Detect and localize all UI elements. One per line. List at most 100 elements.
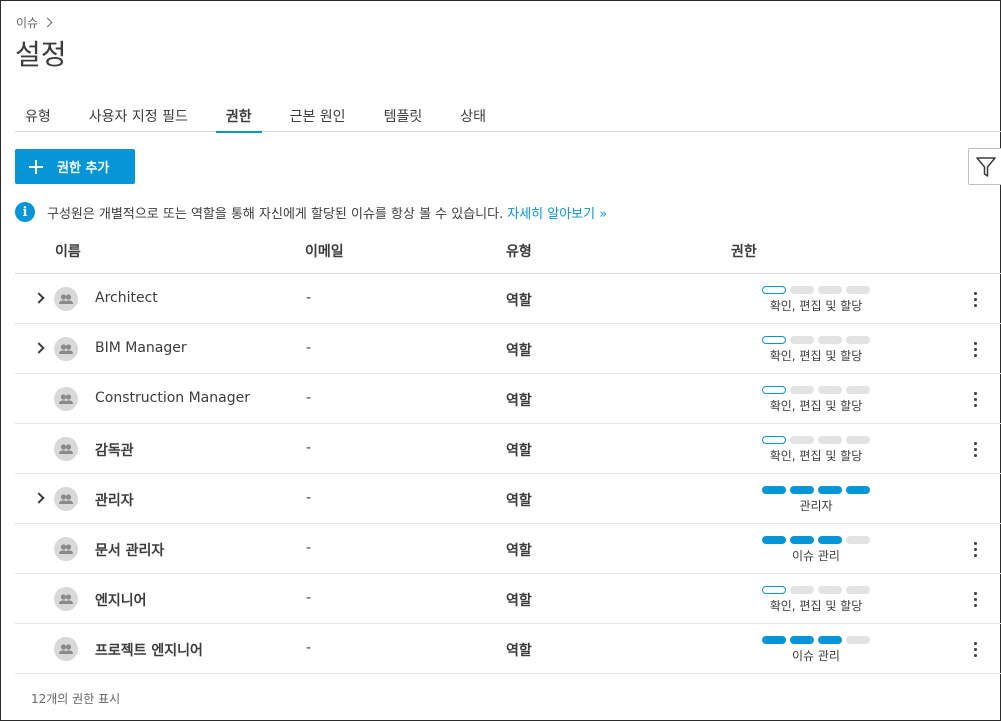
- permission-level-segment: [762, 586, 786, 594]
- more-vertical-icon[interactable]: [965, 439, 985, 459]
- row-email: -: [306, 340, 312, 356]
- table-row[interactable]: 감독관 - 역할 확인, 편집 및 할당: [15, 424, 1001, 474]
- more-vertical-icon[interactable]: [965, 539, 985, 559]
- permission-level[interactable]: 이슈 관리: [761, 636, 871, 664]
- permission-level-bar: [761, 636, 871, 644]
- permission-level-segment: [846, 386, 870, 394]
- permission-level-segment: [790, 586, 814, 594]
- filter-button[interactable]: [968, 148, 1001, 185]
- permission-level-segment: [818, 536, 842, 544]
- chevron-right-icon[interactable]: [33, 342, 45, 354]
- permission-level[interactable]: 확인, 편집 및 할당: [761, 436, 871, 464]
- permission-level-bar: [761, 536, 871, 544]
- permission-level-segment: [846, 436, 870, 444]
- permission-level-segment: [846, 536, 870, 544]
- more-vertical-icon[interactable]: [965, 339, 985, 359]
- permission-level-segment: [818, 286, 842, 294]
- permission-level-segment: [762, 286, 786, 294]
- row-name: 문서 관리자: [95, 543, 165, 559]
- tab-custom-fields[interactable]: 사용자 지정 필드: [79, 100, 198, 132]
- info-icon: i: [15, 202, 35, 222]
- group-avatar-icon: [54, 287, 78, 311]
- learn-more-link[interactable]: 자세히 알아보기 »: [507, 203, 607, 222]
- permission-label: 확인, 편집 및 할당: [769, 399, 863, 413]
- permission-level-segment: [846, 286, 870, 294]
- permission-level-segment: [846, 586, 870, 594]
- permission-level-bar: [761, 436, 871, 444]
- breadcrumb-issues[interactable]: 이슈: [16, 14, 38, 31]
- tab-root-causes[interactable]: 근본 원인: [280, 100, 356, 132]
- row-email: -: [306, 640, 312, 656]
- more-vertical-icon[interactable]: [965, 289, 985, 309]
- permission-label: 확인, 편집 및 할당: [769, 599, 863, 613]
- permission-level[interactable]: 이슈 관리: [761, 536, 871, 564]
- permission-level-segment: [790, 636, 814, 644]
- row-name: 엔지니어: [95, 593, 147, 609]
- table-row[interactable]: BIM Manager - 역할 확인, 편집 및 할당: [15, 324, 1001, 374]
- permission-level[interactable]: 확인, 편집 및 할당: [761, 386, 871, 414]
- row-email: -: [306, 290, 312, 306]
- row-type: 역할: [506, 643, 532, 659]
- column-email-header[interactable]: 이메일: [305, 241, 344, 261]
- permission-level-segment: [790, 286, 814, 294]
- permission-level[interactable]: 확인, 편집 및 할당: [761, 586, 871, 614]
- row-type: 역할: [506, 343, 532, 359]
- row-email: -: [306, 390, 312, 406]
- tab-templates[interactable]: 템플릿: [374, 100, 433, 132]
- permission-label: 확인, 편집 및 할당: [769, 449, 863, 463]
- permission-label: 이슈 관리: [792, 649, 840, 663]
- permission-level[interactable]: 확인, 편집 및 할당: [761, 286, 871, 314]
- permission-level-segment: [818, 336, 842, 344]
- permission-level-segment: [790, 486, 814, 494]
- permission-level[interactable]: 확인, 편집 및 할당: [761, 336, 871, 364]
- table-row[interactable]: 프로젝트 엔지니어 - 역할 이슈 관리: [15, 624, 1001, 674]
- permission-level-segment: [846, 636, 870, 644]
- permission-level-segment: [790, 436, 814, 444]
- group-avatar-icon: [54, 537, 78, 561]
- more-vertical-icon[interactable]: [965, 589, 985, 609]
- info-text: 구성원은 개별적으로 또는 역할을 통해 자신에게 할당된 이슈를 항상 볼 수…: [47, 206, 504, 222]
- breadcrumb[interactable]: 이슈: [16, 14, 53, 31]
- permission-level-segment: [846, 486, 870, 494]
- permission-level-segment: [762, 636, 786, 644]
- table-row[interactable]: 문서 관리자 - 역할 이슈 관리: [15, 524, 1001, 574]
- chevron-right-icon[interactable]: [33, 292, 45, 304]
- group-avatar-icon: [54, 487, 78, 511]
- row-name: Architect: [95, 290, 158, 306]
- permission-level-segment: [762, 486, 786, 494]
- permission-label: 관리자: [799, 499, 833, 513]
- permissions-table: 이름 이메일 유형 권한 Architect - 역할 확인, 편집 및 할당 BIM …: [15, 232, 1001, 674]
- tab-statuses[interactable]: 상태: [450, 100, 496, 132]
- column-type-header[interactable]: 유형: [506, 241, 532, 261]
- permission-label: 이슈 관리: [792, 549, 840, 563]
- add-permission-button[interactable]: 권한 추가: [15, 149, 135, 184]
- permission-level-segment: [818, 386, 842, 394]
- permission-level-segment: [818, 586, 842, 594]
- tab-types[interactable]: 유형: [15, 100, 61, 132]
- table-row[interactable]: Architect - 역할 확인, 편집 및 할당: [15, 274, 1001, 324]
- row-name: BIM Manager: [95, 340, 187, 356]
- more-vertical-icon[interactable]: [965, 639, 985, 659]
- row-name: 프로젝트 엔지니어: [95, 643, 203, 659]
- group-avatar-icon: [54, 587, 78, 611]
- group-avatar-icon: [54, 387, 78, 411]
- tab-bar: 유형 사용자 지정 필드 권한 근본 원인 템플릿 상태: [15, 100, 1001, 133]
- permission-level-bar: [761, 586, 871, 594]
- column-name-header[interactable]: 이름: [55, 241, 81, 261]
- permission-level-bar: [761, 386, 871, 394]
- table-row[interactable]: 관리자 - 역할 관리자: [15, 474, 1001, 524]
- column-permission-header[interactable]: 권한: [731, 241, 757, 261]
- row-email: -: [306, 490, 312, 506]
- row-type: 역할: [506, 543, 532, 559]
- row-type: 역할: [506, 593, 532, 609]
- table-row[interactable]: Construction Manager - 역할 확인, 편집 및 할당: [15, 374, 1001, 424]
- permission-level-segment: [846, 336, 870, 344]
- page-title: 설정: [15, 38, 67, 71]
- more-vertical-icon[interactable]: [965, 389, 985, 409]
- chevron-right-icon[interactable]: [33, 492, 45, 504]
- row-type: 역할: [506, 443, 532, 459]
- tab-permissions[interactable]: 권한: [215, 100, 262, 133]
- table-row[interactable]: 엔지니어 - 역할 확인, 편집 및 할당: [15, 574, 1001, 624]
- permission-level[interactable]: 관리자: [761, 486, 871, 514]
- group-avatar-icon: [54, 337, 78, 361]
